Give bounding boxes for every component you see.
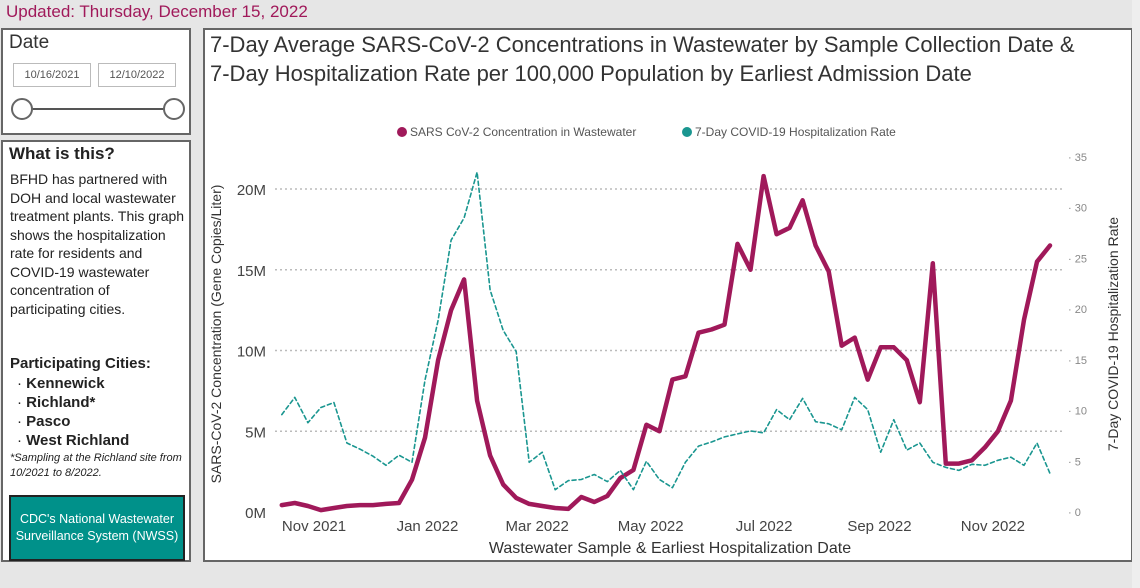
x-tick-label: Sep 2022 xyxy=(847,518,911,535)
x-tick-label: Nov 2021 xyxy=(282,518,346,535)
y2-tick-label: · 5 xyxy=(1068,456,1081,468)
y2-tick-label: · 15 xyxy=(1068,355,1087,367)
y-tick-label: 15M xyxy=(237,263,266,280)
x-axis-title: Wastewater Sample & Earliest Hospitaliza… xyxy=(489,540,851,557)
x-tick-label: Mar 2022 xyxy=(506,518,569,535)
legend-label-hospitalization: 7-Day COVID-19 Hospitalization Rate xyxy=(695,125,896,139)
y2-tick-label: · 30 xyxy=(1068,203,1087,215)
y-tick-label: 5M xyxy=(245,424,266,441)
combo-line-chart: SARS CoV-2 Concentration in Wastewater 7… xyxy=(208,125,1121,557)
x-tick-label: Nov 2022 xyxy=(961,518,1025,535)
x-tick-label: Jul 2022 xyxy=(736,518,793,535)
x-tick-label: Jan 2022 xyxy=(397,518,459,535)
y-axis-title: SARS-CoV-2 Concentration (Gene Copies/Li… xyxy=(208,185,224,484)
y-tick-label: 0M xyxy=(245,505,266,522)
y-tick-label: 20M xyxy=(237,182,266,199)
y-tick-label: 10M xyxy=(237,344,266,361)
legend-marker-hospitalization xyxy=(682,127,692,137)
legend: SARS CoV-2 Concentration in Wastewater 7… xyxy=(397,125,896,139)
y2-tick-label: · 0 xyxy=(1068,507,1081,519)
y2-tick-label: · 35 xyxy=(1068,152,1087,164)
x-tick-label: May 2022 xyxy=(618,518,684,535)
y2-tick-label: · 20 xyxy=(1068,304,1087,316)
y2-tick-label: · 25 xyxy=(1068,253,1087,265)
legend-label-wastewater: SARS CoV-2 Concentration in Wastewater xyxy=(410,125,636,139)
y2-axis-title: 7-Day COVID-19 Hospitalization Rate xyxy=(1105,217,1121,451)
wastewater-concentration-line xyxy=(279,173,1053,513)
legend-marker-wastewater xyxy=(397,127,407,137)
page-scrollbar[interactable] xyxy=(1132,0,1140,588)
y2-tick-label: · 10 xyxy=(1068,406,1087,418)
hospitalization-rate-line xyxy=(280,171,1051,491)
